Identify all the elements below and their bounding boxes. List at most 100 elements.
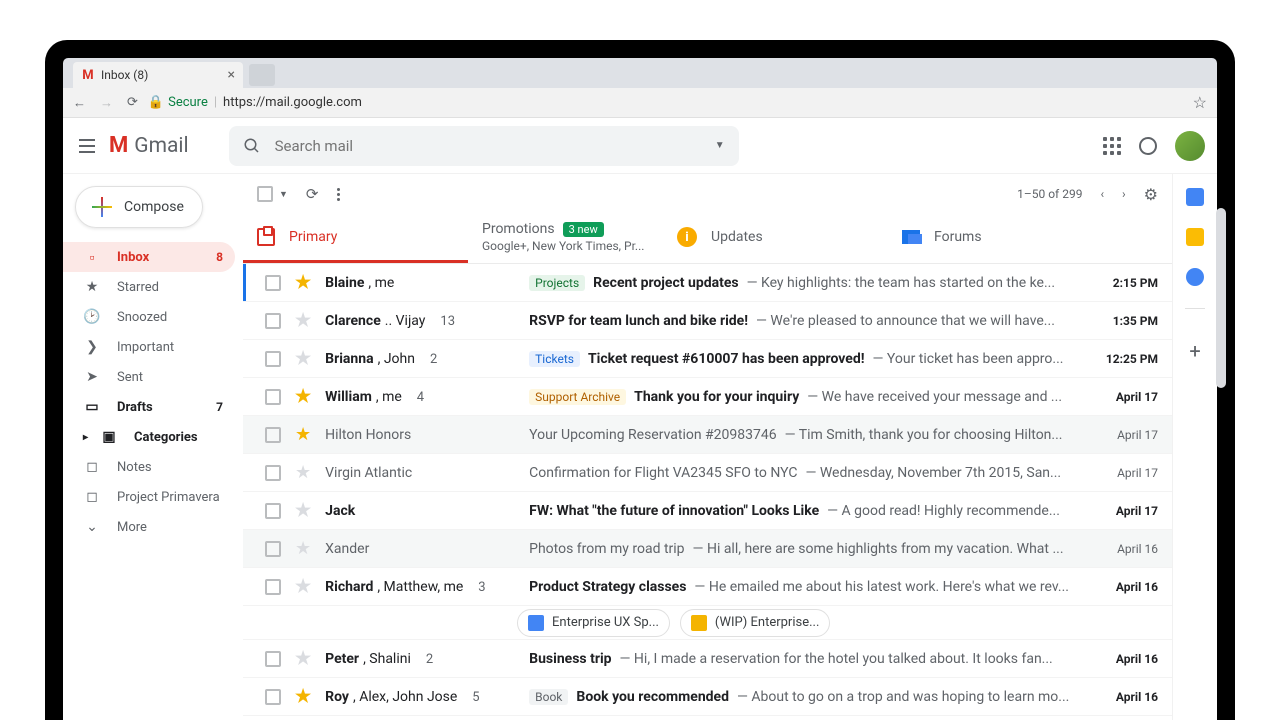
row-checkbox[interactable] [265,651,281,667]
star-icon[interactable]: ★ [295,576,311,597]
chev-icon: ⌄ [83,519,101,535]
tab-primary[interactable]: Primary [243,214,468,263]
reload-icon[interactable]: ⟳ [127,95,138,111]
keep-icon[interactable] [1186,228,1204,246]
sidebar-item-more[interactable]: ⌄More [63,512,235,542]
forward-icon[interactable]: → [100,95,113,111]
search-options-icon[interactable]: ▼ [715,140,725,151]
row-checkbox[interactable] [265,503,281,519]
row-checkbox[interactable] [265,689,281,705]
row-checkbox[interactable] [265,351,281,367]
refresh-icon[interactable]: ⟳ [306,185,319,203]
hamburger-menu-icon[interactable] [75,134,99,158]
plus-icon [92,197,112,217]
message-row[interactable]: ★William, me 4Support ArchiveThank you f… [243,378,1172,416]
message-row[interactable]: ★Hilton HonorsYour Upcoming Reservation … [243,416,1172,454]
message-content: FW: What "the future of innovation" Look… [529,503,1074,519]
star-icon[interactable]: ★ [295,424,311,445]
tab-promotions[interactable]: Promotions 3 new Google+, New York Times… [468,214,663,263]
star-icon[interactable]: ★ [295,348,311,369]
new-tab-button[interactable] [249,64,275,86]
tab-title: Inbox (8) [101,68,148,82]
star-icon[interactable]: ★ [295,538,311,559]
select-all-checkbox[interactable] [257,186,273,202]
row-checkbox[interactable] [265,313,281,329]
message-row[interactable]: ★Clarence .. Vijay 13RSVP for team lunch… [243,302,1172,340]
timestamp: April 16 [1088,652,1158,666]
search-input[interactable] [275,137,715,155]
sender: Richard, Matthew, me 3 [325,579,515,595]
sidebar-item-notes[interactable]: ◻Notes [63,452,235,482]
sender: William, me 4 [325,389,515,405]
message-label: Projects [529,275,585,291]
next-page-icon[interactable]: › [1122,187,1126,201]
message-row[interactable]: ★Virgin AtlanticConfirmation for Flight … [243,454,1172,492]
gear-icon[interactable]: ⚙ [1144,185,1158,204]
compose-button[interactable]: Compose [75,186,203,228]
star-icon[interactable]: ★ [295,310,311,331]
row-checkbox[interactable] [265,275,281,291]
star-icon: ★ [83,279,101,295]
sidebar-item-snoozed[interactable]: 🕑Snoozed [63,302,235,332]
apps-grid-icon[interactable] [1103,137,1121,155]
gmail-logo[interactable]: M Gmail [109,133,189,158]
star-icon[interactable]: ★ [295,648,311,669]
attachment-chip[interactable]: (WIP) Enterprise... [680,609,830,637]
star-icon[interactable]: ★ [295,386,311,407]
tab-forums[interactable]: Forums [888,214,1113,263]
bookmark-star-icon[interactable]: ☆ [1193,93,1207,112]
tab-updates[interactable]: i Updates [663,214,888,263]
calendar-icon[interactable] [1186,188,1204,206]
message-row[interactable]: ★JackFW: What "the future of innovation"… [243,492,1172,530]
row-checkbox[interactable] [265,389,281,405]
star-icon[interactable]: ★ [295,272,311,293]
message-row[interactable]: ★Peter, Shalini 2Business trip — Hi, I m… [243,640,1172,678]
sidebar-item-drafts[interactable]: ▭Drafts7 [63,392,235,422]
sidebar-item-starred[interactable]: ★Starred [63,272,235,302]
sidebar-item-categories[interactable]: ▸▣Categories [63,422,235,452]
message-row[interactable]: ★Richard, Matthew, me 3Product Strategy … [243,568,1172,606]
avatar[interactable] [1175,131,1205,161]
updates-icon: i [677,227,697,247]
select-dropdown-icon[interactable]: ▼ [279,189,288,200]
sidebar-item-sent[interactable]: ➤Sent [63,362,235,392]
back-icon[interactable]: ← [73,95,86,111]
row-checkbox[interactable] [265,465,281,481]
row-checkbox[interactable] [265,541,281,557]
browser-tabbar: M Inbox (8) × [63,58,1217,88]
search-box[interactable]: ▼ [229,126,739,166]
account-ring-icon[interactable] [1139,137,1157,155]
tasks-icon[interactable] [1186,268,1204,286]
addons-plus-icon[interactable]: + [1189,339,1200,363]
more-icon[interactable] [337,188,340,201]
sidebar-item-important[interactable]: ❯Important [63,332,235,362]
search-icon[interactable] [243,137,261,155]
star-icon[interactable]: ★ [295,686,311,707]
star-icon[interactable]: ★ [295,462,311,483]
sender: Clarence .. Vijay 13 [325,313,515,329]
row-checkbox[interactable] [265,579,281,595]
message-row[interactable]: ★Brianna, John 2TicketsTicket request #6… [243,340,1172,378]
close-icon[interactable]: × [228,68,235,82]
forums-icon [902,230,920,244]
attachment-chip[interactable]: Enterprise UX Sp... [517,609,670,637]
promo-badge: 3 new [563,222,604,237]
sender: Blaine, me [325,275,515,291]
timestamp: April 17 [1088,428,1158,442]
sidebar-item-project-primavera[interactable]: ◻Project Primavera [63,482,235,512]
message-row[interactable]: ★XanderPhotos from my road trip — Hi all… [243,530,1172,568]
sidebar-item-inbox[interactable]: ▫Inbox8 [63,242,235,272]
message-row[interactable]: ★Blaine, meProjectsRecent project update… [243,264,1172,302]
timestamp: April 17 [1088,504,1158,518]
row-checkbox[interactable] [265,427,281,443]
message-label: Tickets [529,351,580,367]
url-field[interactable]: 🔒Secure | https://mail.google.com [148,95,1183,110]
tag-icon: ❯ [83,339,101,355]
browser-tab[interactable]: M Inbox (8) × [73,62,243,88]
message-list[interactable]: ★Blaine, meProjectsRecent project update… [243,264,1172,720]
scrollbar[interactable] [1216,208,1226,388]
star-icon[interactable]: ★ [295,500,311,521]
sender: Roy, Alex, John Jose 5 [325,689,515,705]
prev-page-icon[interactable]: ‹ [1100,187,1104,201]
message-row[interactable]: ★Roy, Alex, John Jose 5BookBook you reco… [243,678,1172,716]
